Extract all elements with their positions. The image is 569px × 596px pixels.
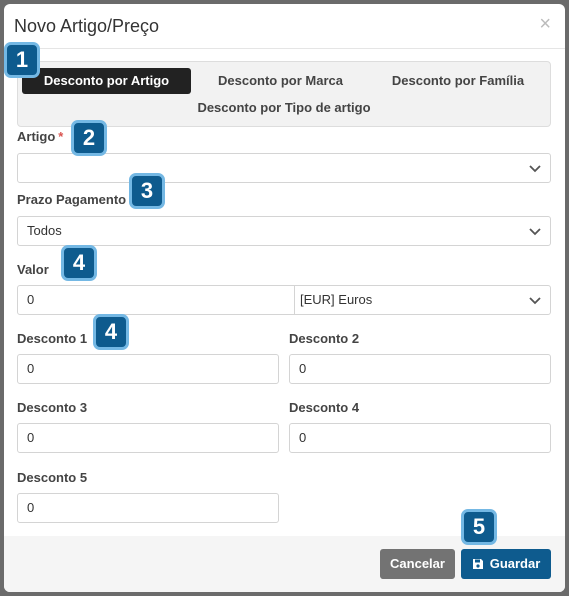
tab-desconto-por-familia[interactable]: Desconto por Família [373, 68, 543, 94]
step-badge-2: 2 [71, 120, 107, 156]
desconto4-label: Desconto 4 [289, 400, 360, 415]
desconto1-input[interactable]: 0 [17, 354, 279, 384]
step-badge-3: 3 [129, 173, 165, 209]
save-button[interactable]: Guardar [461, 549, 551, 579]
chevron-down-icon [529, 228, 541, 236]
tab-desconto-por-artigo[interactable]: Desconto por Artigo [22, 68, 191, 94]
artigo-select[interactable] [17, 153, 551, 183]
floppy-disk-icon [472, 558, 483, 569]
currency-select[interactable]: [EUR] Euros [294, 285, 551, 315]
discount-type-tabs: Desconto por Artigo Desconto por Marca D… [17, 61, 551, 127]
modal-header: Novo Artigo/Preço × [4, 4, 565, 49]
currency-value: [EUR] Euros [300, 292, 373, 307]
chevron-down-icon [529, 297, 541, 305]
desconto3-label: Desconto 3 [17, 400, 88, 415]
save-label: Guardar [489, 556, 541, 571]
step-badge-5: 5 [461, 509, 497, 545]
prazo-pagamento-select[interactable]: Todos [17, 216, 551, 246]
required-mark: * [58, 129, 64, 144]
artigo-label-text: Artigo [17, 129, 56, 144]
desconto4-input[interactable]: 0 [289, 423, 551, 453]
cancel-button[interactable]: Cancelar [380, 549, 455, 579]
valor-label: Valor [17, 262, 49, 277]
desconto2-input[interactable]: 0 [289, 354, 551, 384]
step-badge-4-desconto: 4 [93, 314, 129, 350]
chevron-down-icon [529, 165, 541, 173]
desconto5-input[interactable]: 0 [17, 493, 279, 523]
prazo-pagamento-value: Todos [27, 223, 62, 238]
desconto1-label: Desconto 1 [17, 331, 88, 346]
desconto3-input[interactable]: 0 [17, 423, 279, 453]
tab-desconto-por-marca[interactable]: Desconto por Marca [198, 68, 363, 94]
valor-input[interactable]: 0 [17, 285, 295, 315]
desconto2-label: Desconto 2 [289, 331, 360, 346]
tab-desconto-por-tipo-de-artigo[interactable]: Desconto por Tipo de artigo [178, 95, 390, 121]
new-article-price-modal: Novo Artigo/Preço × Desconto por Artigo … [4, 4, 565, 592]
step-badge-1: 1 [4, 42, 40, 78]
step-badge-4-valor: 4 [61, 245, 97, 281]
modal-title: Novo Artigo/Preço [14, 16, 160, 36]
desconto5-label: Desconto 5 [17, 470, 88, 485]
artigo-label: Artigo * [17, 129, 63, 144]
prazo-pagamento-label: Prazo Pagamento [17, 192, 127, 207]
close-icon[interactable]: × [539, 13, 551, 36]
